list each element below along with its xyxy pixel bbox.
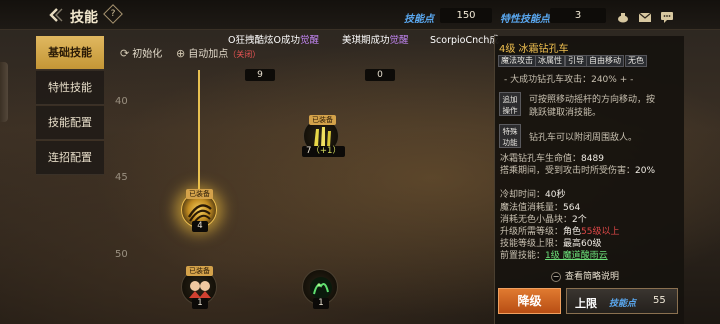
teapot-icon[interactable]: [616, 8, 630, 23]
mail-icon[interactable]: [638, 8, 652, 22]
attack-line: - 大成功钻孔车攻击：240% + -: [504, 75, 634, 85]
tab-skill-config[interactable]: 技能配置: [36, 106, 104, 140]
skill-tree-line: [198, 70, 200, 198]
skill-tag: 冰属性: [535, 55, 565, 67]
special-function-desc: 钻孔车可以附闭周围敌人。: [529, 133, 638, 143]
operation-desc-1: 可按照移动摇杆的方向移动，按: [529, 95, 656, 105]
column-count: 0: [365, 69, 395, 81]
back-arrow-icon[interactable]: [46, 6, 64, 24]
skill-tag: 魔法攻击: [498, 55, 536, 67]
trait-points-value: 3: [550, 8, 606, 23]
skill-level: 7（+1）: [302, 146, 345, 157]
auto-add-button[interactable]: ⊕ 自动加点（关闭）: [176, 45, 260, 60]
side-drawer-handle[interactable]: [0, 62, 8, 122]
collapse-icon: −: [551, 271, 561, 282]
awaken-notice-3: ScorpioCnch成: [430, 35, 499, 46]
skill-level: 4: [192, 221, 208, 232]
skill-tag: 引导: [565, 55, 587, 67]
special-function-badge: 特殊功能: [499, 124, 521, 148]
tab-basic-skills[interactable]: 基础技能: [36, 36, 104, 70]
equipped-tag: 已装备: [186, 189, 213, 199]
skill-detail-panel: 4级 冰霜钻孔车 魔法攻击 冰属性 引导 自由移动 无色 - 大成功钻孔车攻击：…: [494, 36, 684, 324]
downgrade-button[interactable]: 降级: [498, 288, 561, 314]
init-button[interactable]: ⟳ 初始化: [120, 45, 162, 60]
skill-category-nav: 基础技能 特性技能 技能配置 连招配置: [36, 36, 104, 176]
skill-points-label: 技能点: [404, 14, 434, 25]
skill-points-value: 150: [440, 8, 492, 23]
skill-level: 1: [192, 298, 208, 309]
top-bar: 技能 ? 技能点 150 特性技能点 3: [0, 0, 720, 30]
awaken-notice-1: O狂拽酷炫O成功觉醒: [228, 35, 319, 46]
damage-stat: 搭乘期间，受到攻击时所受伤害：20%: [500, 166, 656, 176]
page-title: 技能: [70, 10, 98, 26]
equipped-tag: 已装备: [309, 115, 336, 125]
skill-tag: 无色: [625, 55, 647, 67]
awaken-notice-2: 美琪期成功觉醒: [342, 35, 409, 46]
extra-operation-badge: 追加操作: [499, 92, 521, 116]
skill-level: 1: [313, 298, 329, 309]
tab-combo-config[interactable]: 连招配置: [36, 141, 104, 175]
level-marker-50: 50: [115, 249, 128, 260]
prerequisite-link[interactable]: 1级 魔道酸雨云: [545, 251, 608, 261]
level-marker-40: 40: [115, 96, 128, 107]
max-level-button[interactable]: 上限 技能点 55: [566, 288, 678, 314]
skill-tag: 自由移动: [586, 55, 624, 67]
trait-points-label: 特性技能点: [500, 14, 550, 25]
view-brief-button[interactable]: − 查看简略说明: [551, 269, 619, 282]
operation-desc-2: 跳跃键取消技能。: [529, 108, 602, 118]
column-count: 9: [245, 69, 275, 81]
cooldown-stat: 冷却时间：40秒: [500, 190, 566, 200]
skill-name: 4级 冰霜钻孔车: [499, 44, 569, 55]
auto-add-icon: ⊕: [176, 47, 186, 60]
help-icon[interactable]: ?: [103, 4, 123, 24]
reset-icon: ⟳: [120, 47, 130, 60]
equipped-tag: 已装备: [186, 266, 213, 276]
level-marker-45: 45: [115, 172, 128, 183]
tab-trait-skills[interactable]: 特性技能: [36, 71, 104, 105]
chat-icon[interactable]: [660, 8, 674, 23]
prerequisite-stat: 前置技能：1级 魔道酸雨云: [500, 251, 608, 261]
